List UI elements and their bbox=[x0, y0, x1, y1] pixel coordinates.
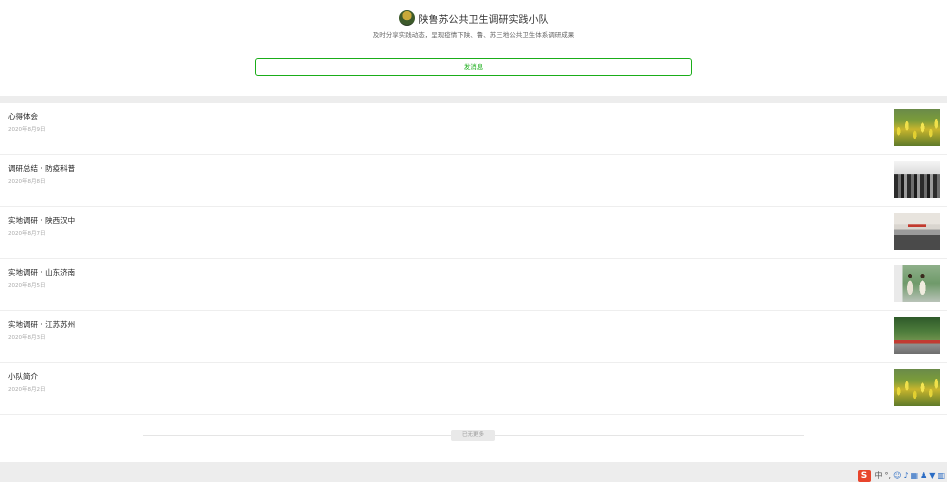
list-end-label: 已无更多 bbox=[451, 430, 495, 441]
article-thumbnail[interactable] bbox=[894, 109, 940, 146]
article-date: 2020年8月9日 bbox=[8, 127, 46, 133]
article-item[interactable]: 调研总结 · 防疫科普 2020年8月8日 bbox=[0, 155, 947, 207]
article-title: 心得体会 bbox=[8, 112, 38, 121]
ime-mode-label[interactable]: 中 bbox=[875, 470, 883, 482]
article-item[interactable]: 心得体会 2020年8月9日 bbox=[0, 103, 947, 155]
grid-icon[interactable]: ▥ bbox=[937, 470, 945, 482]
send-message-button[interactable]: 发消息 bbox=[255, 58, 692, 76]
section-divider bbox=[0, 96, 947, 103]
article-thumbnail[interactable] bbox=[894, 161, 940, 198]
punctuation-icon[interactable]: °, bbox=[885, 470, 892, 482]
article-title: 小队简介 bbox=[8, 372, 38, 381]
article-date: 2020年8月7日 bbox=[8, 231, 46, 237]
article-item[interactable]: 实地调研 · 山东济南 2020年8月5日 bbox=[0, 259, 947, 311]
sogou-logo-icon[interactable]: S bbox=[857, 470, 871, 482]
keyboard-icon[interactable]: ▦ bbox=[911, 470, 919, 482]
article-date: 2020年8月8日 bbox=[8, 179, 46, 185]
article-item[interactable]: 实地调研 · 陕西汉中 2020年8月7日 bbox=[0, 207, 947, 259]
shirt-icon[interactable]: ▼ bbox=[929, 470, 935, 482]
article-date: 2020年8月3日 bbox=[8, 335, 46, 341]
account-title-row: 陕鲁苏公共卫生调研实践小队 bbox=[0, 10, 947, 26]
article-title: 调研总结 · 防疫科普 bbox=[8, 164, 76, 173]
ime-toolbar: S 中 °, ☺ ♪ ▦ ♟ ▼ ▥ bbox=[857, 470, 945, 482]
account-header: 陕鲁苏公共卫生调研实践小队 及时分享实践动态，呈现疫情下陕、鲁、苏三地公共卫生体… bbox=[0, 0, 947, 96]
article-thumbnail[interactable] bbox=[894, 265, 940, 302]
article-thumbnail[interactable] bbox=[894, 317, 940, 354]
article-thumbnail[interactable] bbox=[894, 369, 940, 406]
article-date: 2020年8月5日 bbox=[8, 283, 46, 289]
account-description: 及时分享实践动态，呈现疫情下陕、鲁、苏三地公共卫生体系调研成果 bbox=[372, 31, 575, 39]
account-title: 陕鲁苏公共卫生调研实践小队 bbox=[418, 14, 549, 26]
article-item[interactable]: 实地调研 · 江苏苏州 2020年8月3日 bbox=[0, 311, 947, 363]
article-thumbnail[interactable] bbox=[894, 213, 940, 250]
article-title: 实地调研 · 江苏苏州 bbox=[8, 320, 76, 329]
footer-bar bbox=[0, 462, 947, 482]
user-icon[interactable]: ♟ bbox=[920, 470, 927, 482]
account-avatar bbox=[398, 10, 415, 26]
article-title: 实地调研 · 陕西汉中 bbox=[8, 216, 76, 225]
article-list: 心得体会 2020年8月9日 调研总结 · 防疫科普 2020年8月8日 实地调… bbox=[0, 103, 947, 415]
article-date: 2020年8月2日 bbox=[8, 387, 46, 393]
article-item[interactable]: 小队简介 2020年8月2日 bbox=[0, 363, 947, 415]
emoji-icon[interactable]: ☺ bbox=[893, 470, 901, 482]
microphone-icon[interactable]: ♪ bbox=[903, 470, 908, 482]
article-title: 实地调研 · 山东济南 bbox=[8, 268, 76, 277]
